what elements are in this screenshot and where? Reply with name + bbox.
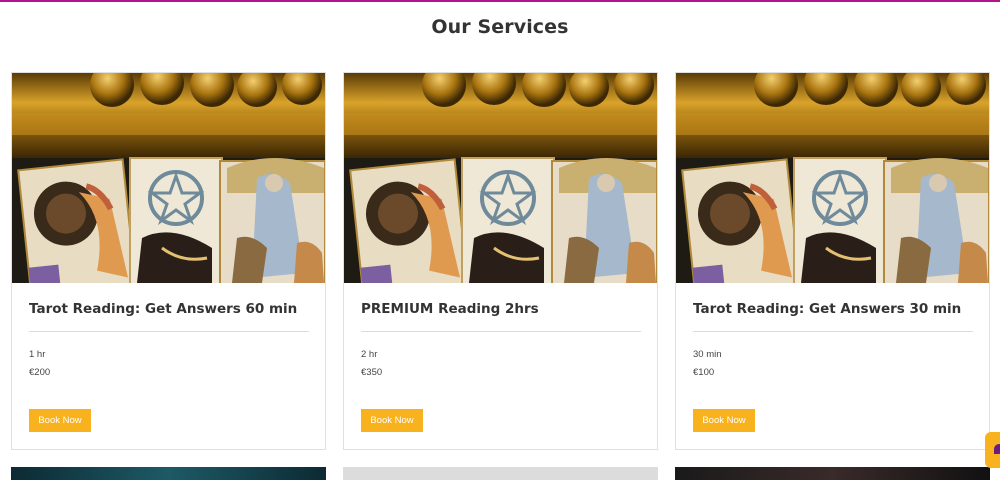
service-image[interactable] <box>344 73 657 283</box>
service-card[interactable]: PREMIUM Reading 2hrs 2 hr €350 Book Now <box>343 72 658 450</box>
service-price: €350 <box>361 367 383 378</box>
service-image-partial[interactable] <box>343 467 658 480</box>
service-image[interactable] <box>12 73 325 283</box>
service-image-partial[interactable] <box>675 467 990 480</box>
divider <box>361 331 641 332</box>
service-title[interactable]: Tarot Reading: Get Answers 60 min <box>29 301 297 317</box>
top-accent-line <box>0 0 1000 2</box>
service-title[interactable]: PREMIUM Reading 2hrs <box>361 301 539 317</box>
book-now-button[interactable]: Book Now <box>29 409 91 432</box>
book-now-button[interactable]: Book Now <box>361 409 423 432</box>
service-duration: 1 hr <box>29 349 46 360</box>
service-card[interactable]: Tarot Reading: Get Answers 60 min 1 hr €… <box>11 72 326 450</box>
service-price: €100 <box>693 367 715 378</box>
book-now-button[interactable]: Book Now <box>693 409 755 432</box>
divider <box>693 331 973 332</box>
service-duration: 30 min <box>693 349 722 360</box>
divider <box>29 331 309 332</box>
chat-button[interactable] <box>985 432 1000 468</box>
service-card[interactable]: Tarot Reading: Get Answers 30 min 30 min… <box>675 72 990 450</box>
page-title: Our Services <box>431 16 569 38</box>
service-price: €200 <box>29 367 51 378</box>
service-image-partial[interactable] <box>11 467 326 480</box>
service-duration: 2 hr <box>361 349 378 360</box>
service-image[interactable] <box>676 73 989 283</box>
chat-bubble-icon <box>994 444 1000 454</box>
service-title[interactable]: Tarot Reading: Get Answers 30 min <box>693 301 961 317</box>
